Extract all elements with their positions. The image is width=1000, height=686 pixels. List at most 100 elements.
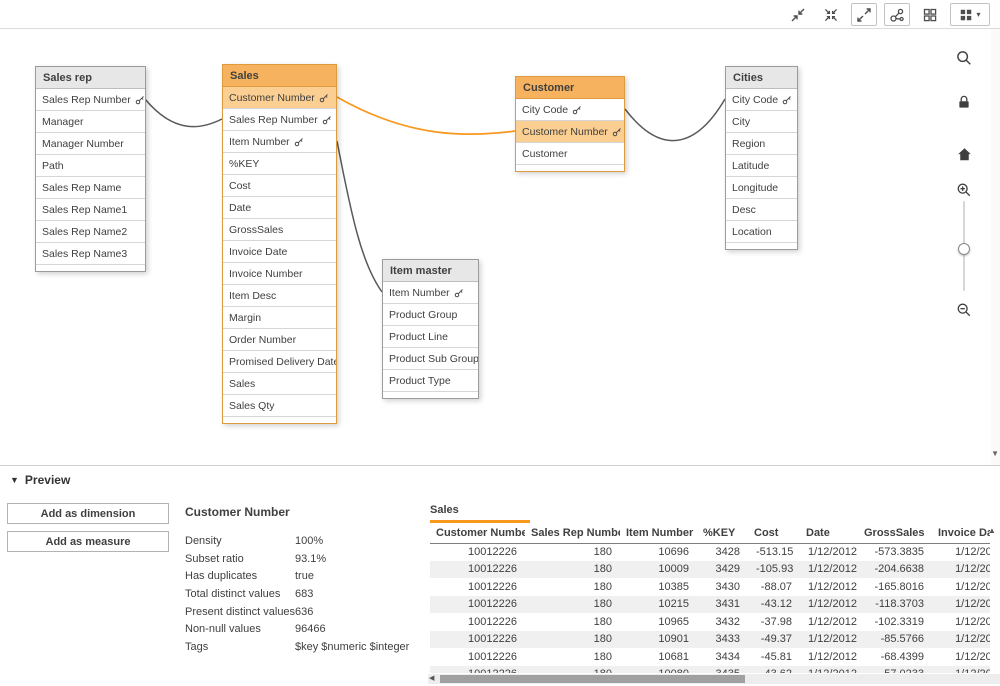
model-table-customer[interactable]: CustomerCity CodeCustomer NumberCustomer <box>515 76 625 172</box>
field-promised-delivery-date[interactable]: Promised Delivery Date <box>223 351 336 373</box>
field-item-desc[interactable]: Item Desc <box>223 285 336 307</box>
field-product-group[interactable]: Product Group <box>383 304 478 326</box>
table-cell: 1/12/2012 <box>932 578 990 596</box>
field-product-line[interactable]: Product Line <box>383 326 478 348</box>
chevron-down-icon: ▾ <box>976 11 980 19</box>
field-item-number[interactable]: Item Number <box>223 131 336 153</box>
canvas-vertical-scrollbar[interactable]: ▼ <box>991 29 1000 465</box>
field-city[interactable]: City <box>726 111 797 133</box>
preview-horizontal-scrollbar[interactable]: ◀ <box>428 674 1000 684</box>
field-margin[interactable]: Margin <box>223 307 336 329</box>
field-sales-rep-number[interactable]: Sales Rep Number <box>36 89 145 111</box>
field-sales-rep-name[interactable]: Sales Rep Name <box>36 177 145 199</box>
table-title-sales-rep[interactable]: Sales rep <box>36 67 145 89</box>
table-cell: 1/12/2012 <box>932 596 990 614</box>
field-city-code[interactable]: City Code <box>726 89 797 111</box>
zoom-slider-handle[interactable] <box>958 243 970 255</box>
table-cell: 3434 <box>697 648 748 666</box>
add-as-measure-button[interactable]: Add as measure <box>7 531 169 552</box>
field-sales[interactable]: Sales <box>223 373 336 395</box>
table-title-item-master[interactable]: Item master <box>383 260 478 282</box>
model-table-cities[interactable]: CitiesCity CodeCity Region Latitude Longitu… <box>725 66 798 250</box>
column-header-item-number[interactable]: Item Number <box>620 523 697 543</box>
table-cell: 10681 <box>620 648 697 666</box>
column-header-date[interactable]: Date <box>800 523 858 543</box>
stat-present-distinct-values: Present distinct values636 <box>185 604 423 622</box>
field-key[interactable]: %KEY <box>223 153 336 175</box>
field-longitude[interactable]: Longitude <box>726 177 797 199</box>
model-table-item-master[interactable]: Item masterItem Number Product Group Produ… <box>382 259 479 399</box>
field-label: Manager Number <box>42 138 124 150</box>
column-header-invoice-date[interactable]: Invoice Date <box>932 523 990 543</box>
preview-scroll-up-icon[interactable]: ▲ <box>988 526 996 535</box>
scroll-down-icon[interactable]: ▼ <box>991 450 999 458</box>
home-button[interactable] <box>950 141 978 167</box>
expand-all-button[interactable] <box>851 3 877 26</box>
collapse-all-button[interactable] <box>818 3 844 26</box>
field-label: Region <box>732 138 765 150</box>
view-menu-button[interactable]: ▾ <box>950 3 990 26</box>
field-manager[interactable]: Manager <box>36 111 145 133</box>
field-label: Product Group <box>389 309 457 321</box>
field-manager-number[interactable]: Manager Number <box>36 133 145 155</box>
model-table-sales-rep[interactable]: Sales repSales Rep NumberManager Manager … <box>35 66 146 272</box>
preview-table-tab[interactable]: Sales <box>430 503 530 523</box>
lock-button[interactable] <box>950 89 978 115</box>
field-sales-rep-name1[interactable]: Sales Rep Name1 <box>36 199 145 221</box>
field-product-type[interactable]: Product Type <box>383 370 478 392</box>
collapse-selection-button[interactable] <box>785 3 811 26</box>
table-cell: -57.0233 <box>858 666 932 674</box>
field-invoice-date[interactable]: Invoice Date <box>223 241 336 263</box>
table-cell: 180 <box>525 648 620 666</box>
zoom-slider[interactable] <box>950 201 978 291</box>
field-date[interactable]: Date <box>223 197 336 219</box>
field-path[interactable]: Path <box>36 155 145 177</box>
table-cell: 1/12/2012 <box>932 648 990 666</box>
horizontal-scroll-thumb[interactable] <box>440 675 745 683</box>
table-title-cities[interactable]: Cities <box>726 67 797 89</box>
connector-salesrep-sales <box>145 99 222 127</box>
field-invoice-number[interactable]: Invoice Number <box>223 263 336 285</box>
table-title-customer[interactable]: Customer <box>516 77 624 99</box>
field-desc[interactable]: Desc <box>726 199 797 221</box>
column-header-key[interactable]: %KEY <box>697 523 748 543</box>
zoom-in-button[interactable] <box>950 177 978 203</box>
scroll-left-icon[interactable]: ◀ <box>429 675 434 683</box>
zoom-out-button[interactable] <box>950 297 978 323</box>
field-cost[interactable]: Cost <box>223 175 336 197</box>
field-city-code[interactable]: City Code <box>516 99 624 121</box>
search-icon <box>955 49 973 67</box>
column-header-customer-number[interactable]: Customer Number <box>430 523 525 543</box>
field-order-number[interactable]: Order Number <box>223 329 336 351</box>
show-linked-fields-button[interactable] <box>884 3 910 26</box>
field-label: Item Desc <box>229 290 276 302</box>
field-sales-rep-number[interactable]: Sales Rep Number <box>223 109 336 131</box>
auto-layout-button[interactable] <box>917 3 943 26</box>
column-header-grosssales[interactable]: GrossSales <box>858 523 932 543</box>
field-customer-number[interactable]: Customer Number <box>223 87 336 109</box>
preview-collapse-toggle[interactable]: ▼ Preview <box>0 466 1000 494</box>
field-sales-rep-name3[interactable]: Sales Rep Name3 <box>36 243 145 265</box>
field-customer-number[interactable]: Customer Number <box>516 121 624 143</box>
field-grosssales[interactable]: GrossSales <box>223 219 336 241</box>
field-location[interactable]: Location <box>726 221 797 243</box>
field-label: Longitude <box>732 182 778 194</box>
stat-total-distinct-values: Total distinct values683 <box>185 586 423 604</box>
field-region[interactable]: Region <box>726 133 797 155</box>
field-latitude[interactable]: Latitude <box>726 155 797 177</box>
field-label: Sales Qty <box>229 400 275 412</box>
field-sales-rep-name2[interactable]: Sales Rep Name2 <box>36 221 145 243</box>
add-as-dimension-button[interactable]: Add as dimension <box>7 503 169 524</box>
column-header-cost[interactable]: Cost <box>748 523 800 543</box>
field-sales-qty[interactable]: Sales Qty <box>223 395 336 417</box>
table-title-sales[interactable]: Sales <box>223 65 336 87</box>
search-button[interactable] <box>950 45 978 71</box>
column-header-sales-rep-number[interactable]: Sales Rep Number <box>525 523 620 543</box>
field-customer[interactable]: Customer <box>516 143 624 165</box>
field-product-sub-group[interactable]: Product Sub Group <box>383 348 478 370</box>
model-canvas[interactable]: ▼ Sales repSales Rep NumberManagerManage… <box>0 29 1000 465</box>
table-cell: 10012226 <box>430 596 525 614</box>
field-item-number[interactable]: Item Number <box>383 282 478 304</box>
model-table-sales[interactable]: SalesCustomer NumberSales Rep NumberItem… <box>222 64 337 424</box>
stat-label: Density <box>185 533 295 551</box>
